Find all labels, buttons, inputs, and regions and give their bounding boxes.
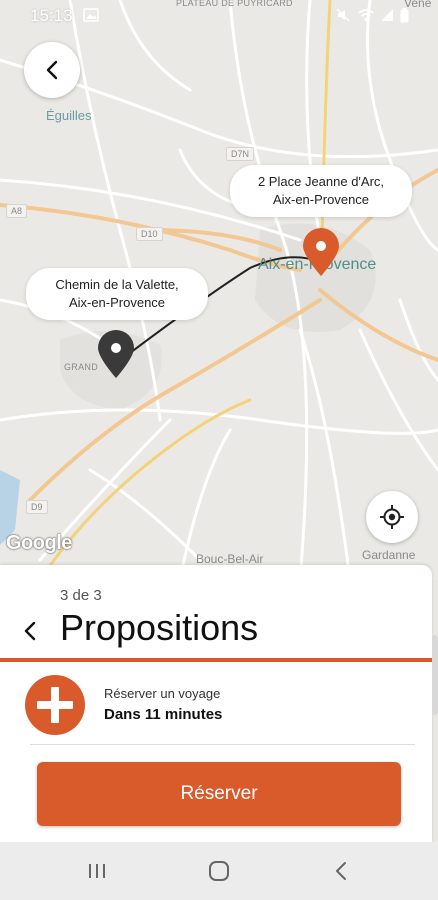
road-badge-d9: D9 <box>26 500 48 514</box>
map-back-button[interactable] <box>24 42 80 98</box>
destination-line1: 2 Place Jeanne d'Arc, <box>257 174 385 189</box>
home-icon[interactable] <box>204 858 234 884</box>
destination-line2: Aix-en-Provence <box>272 192 370 207</box>
road-badge-d10: D10 <box>136 227 163 241</box>
image-notification-icon <box>83 8 99 27</box>
chevron-left-icon <box>46 60 58 80</box>
recent-apps-icon[interactable] <box>82 858 112 884</box>
origin-callout[interactable]: Chemin de la Valette, Aix-en-Provence <box>26 268 208 320</box>
page-title: Propositions <box>60 607 259 648</box>
step-indicator: 3 de 3 <box>60 587 102 604</box>
my-location-icon <box>380 505 404 529</box>
status-bar: 15:13 <box>0 0 438 32</box>
proposal-label: Réserver un voyage <box>104 686 221 701</box>
map-label-grand: GRAND <box>64 362 99 372</box>
road-badge-a8: A8 <box>6 204 28 218</box>
origin-line2: Aix-en-Provence <box>68 295 166 310</box>
reserve-button[interactable]: Réserver <box>37 762 401 826</box>
map-label-bouc-bel-air: Bouc-Bel-Air <box>196 552 264 566</box>
battery-icon <box>400 8 409 28</box>
road-badge-d7n: D7N <box>226 147 255 161</box>
status-time: 15:13 <box>30 6 73 25</box>
scrollbar[interactable] <box>432 635 438 715</box>
signal-icon <box>380 8 394 27</box>
map-label-gardanne: Gardanne <box>362 548 416 562</box>
chevron-left-icon <box>24 621 36 641</box>
sheet-back-button[interactable] <box>18 617 42 645</box>
origin-line1: Chemin de la Valette, <box>55 277 179 292</box>
origin-pin-icon[interactable] <box>96 330 136 385</box>
mute-icon <box>336 8 350 27</box>
google-attribution: Google <box>6 532 72 554</box>
my-location-button[interactable] <box>366 491 418 543</box>
proposals-sheet: 3 de 3 Propositions Réserver un voyage D… <box>0 565 432 842</box>
divider <box>30 744 415 745</box>
proposal-time: Dans 11 minutes <box>104 706 223 723</box>
system-navigation-bar <box>0 842 438 900</box>
wifi-icon <box>358 8 374 27</box>
plus-icon[interactable] <box>25 675 85 735</box>
map-label-equilles: Éguilles <box>46 108 92 123</box>
destination-callout[interactable]: 2 Place Jeanne d'Arc, Aix-en-Provence <box>230 165 412 217</box>
destination-pin-icon[interactable] <box>301 228 341 283</box>
accent-divider <box>0 658 432 662</box>
nav-back-icon[interactable] <box>326 858 356 884</box>
